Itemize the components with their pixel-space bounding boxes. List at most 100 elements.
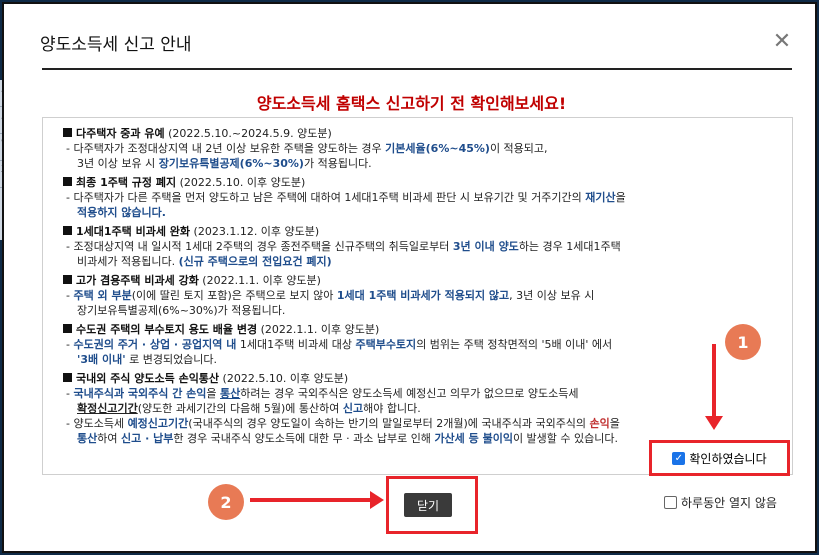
text-segment: 하는 경우 1세대1주택 xyxy=(518,240,621,253)
square-bullet-icon xyxy=(63,128,72,137)
notice-dialog: 양도소득세 신고 안내 ✕ 양도소득세 홈택스 신고하기 전 확인해보세요! 다… xyxy=(2,2,817,553)
text-segment: 해야 합니다. xyxy=(363,402,421,415)
text-segment: 가산세 등 불이익 xyxy=(434,432,513,445)
text-segment: - 양도소득세 xyxy=(66,417,128,430)
section-title: 1세대1주택 비과세 완화 xyxy=(76,225,191,238)
text-segment: 재기산 xyxy=(585,191,616,204)
notice-section: 1세대1주택 비과세 완화 (2023.1.12. 이후 양도분) - 조정대상지… xyxy=(63,224,773,269)
text-segment: - 조정대상지역 내 일시적 1세대 2주택의 경우 종전주택을 신규주택의 취… xyxy=(66,240,453,253)
square-bullet-icon xyxy=(63,324,72,333)
notice-content-box: 다주택자 중과 유예 (2022.5.10.~2024.5.9. 양도분) - 다… xyxy=(42,117,793,475)
text-segment: 장기보유특별공제(6%~30%)가 적용됩니다. xyxy=(77,304,286,317)
annotation-arrow-down xyxy=(712,344,716,420)
square-bullet-icon xyxy=(63,373,72,382)
section-date: (2023.1.12. 이후 양도분) xyxy=(190,225,320,238)
text-segment: 수도권의 주거 · 상업 · 공업지역 내 xyxy=(73,338,237,351)
section-line: '3배 이내' 로 변경되었습니다. xyxy=(63,352,773,367)
close-button-highlight: 닫기 xyxy=(386,476,478,534)
section-line: - 주택 외 부분(이에 딸린 토지 포함)은 주택으로 보지 않아 1세대 1… xyxy=(63,288,773,303)
dont-show-today[interactable]: 하루동안 열지 않음 xyxy=(664,494,777,511)
dont-show-label: 하루동안 열지 않음 xyxy=(681,496,777,510)
text-segment: , 3년 이상 보유 시 xyxy=(509,289,595,302)
text-segment: (국내주식의 경우 양도일이 속하는 반기의 말일로부터 2개월)에 국내주식과… xyxy=(188,417,590,430)
text-segment: 한 경우 국내주식 양도소득에 대한 무 · 과소 납부로 인해 xyxy=(173,432,435,445)
section-line: 장기보유특별공제(6%~30%)가 적용됩니다. xyxy=(63,303,773,318)
notice-section: 국내외 주식 양도소득 손익통산 (2022.5.10. 이후 양도분) - 국내… xyxy=(63,371,773,446)
section-line: 확정신고기간(양도한 과세기간의 다음해 5월)에 통산하여 신고해야 합니다. xyxy=(63,401,773,416)
section-heading: 국내외 주식 양도소득 손익통산 (2022.5.10. 이후 양도분) xyxy=(63,371,773,386)
step-1-badge: 1 xyxy=(725,324,761,360)
text-segment: 확정신고기간 xyxy=(77,402,138,415)
text-segment: 3년 이내 양도 xyxy=(452,240,519,253)
annotation-arrow-right xyxy=(250,498,374,502)
text-segment: 의 범위는 주택 정착면적의 '5배 이내' 에서 xyxy=(416,338,613,351)
text-segment: (양도한 과세기간의 다음해 5월)에 통산하여 xyxy=(137,402,343,415)
square-bullet-icon xyxy=(63,177,72,186)
text-segment: 을 xyxy=(609,417,620,430)
arrow-down-icon xyxy=(705,416,723,430)
text-segment: (신규 주택으로의 전입요건 폐지) xyxy=(178,255,332,268)
text-segment: 하려는 경우 국외주식은 양도소득세 예정신고 의무가 없으므로 양도소득세 xyxy=(240,387,579,400)
title-divider xyxy=(42,68,792,70)
section-date: (2022.5.10. 이후 양도분) xyxy=(176,176,306,189)
notice-section: 수도권 주택의 부수토지 용도 배율 변경 (2022.1.1. 이후 양도분)… xyxy=(63,322,773,367)
section-line: - 다주택자가 다른 주택을 먼저 양도하고 남은 주택에 대하여 1세대1주택… xyxy=(63,190,773,205)
notice-list: 다주택자 중과 유예 (2022.5.10.~2024.5.9. 양도분) - 다… xyxy=(63,126,773,450)
checkbox-checked-icon[interactable]: ✓ xyxy=(672,451,686,465)
text-segment: (이에 딸린 토지 포함)은 주택으로 보지 않아 xyxy=(131,289,337,302)
section-heading: 고가 겸용주택 비과세 강화 (2022.1.1. 이후 양도분) xyxy=(63,273,773,288)
text-segment: 신고 · 납부 xyxy=(121,432,174,445)
section-heading: 다주택자 중과 유예 (2022.5.10.~2024.5.9. 양도분) xyxy=(63,126,773,141)
text-segment: 하여 xyxy=(97,432,121,445)
close-button[interactable]: 닫기 xyxy=(404,493,452,517)
section-line: - 조정대상지역 내 일시적 1세대 2주택의 경우 종전주택을 신규주택의 취… xyxy=(63,239,773,254)
notice-section: 최종 1주택 규정 폐지 (2022.5.10. 이후 양도분) - 다주택자가 … xyxy=(63,175,773,220)
text-segment: 예정신고기간 xyxy=(127,417,189,430)
section-title: 최종 1주택 규정 폐지 xyxy=(76,176,177,189)
text-segment: 장기보유특별공제(6%~30%) xyxy=(158,157,304,170)
text-segment: 비과세가 적용됩니다. xyxy=(77,255,179,268)
section-line: 3년 이상 보유 시 장기보유특별공제(6%~30%)가 적용됩니다. xyxy=(63,156,773,171)
section-title: 고가 겸용주택 비과세 강화 xyxy=(76,274,199,287)
section-heading: 최종 1주택 규정 폐지 (2022.5.10. 이후 양도분) xyxy=(63,175,773,190)
headline: 양도소득세 홈택스 신고하기 전 확인해보세요! xyxy=(256,94,567,113)
section-date: (2022.1.1. 이후 양도분) xyxy=(198,274,321,287)
section-date: (2022.5.10. 이후 양도분) xyxy=(219,372,349,385)
section-date: (2022.5.10.~2024.5.9. 양도분) xyxy=(164,127,332,140)
square-bullet-icon xyxy=(63,275,72,284)
section-line: 적용하지 않습니다. xyxy=(63,205,773,220)
text-segment: 을 xyxy=(206,387,221,400)
arrow-right-icon xyxy=(370,491,384,509)
section-heading: 1세대1주택 비과세 완화 (2023.1.12. 이후 양도분) xyxy=(63,224,773,239)
close-icon[interactable]: ✕ xyxy=(768,28,796,56)
text-segment: 이 적용되고, xyxy=(489,142,548,155)
confirm-checkbox-area[interactable]: ✓ 확인하였습니다 xyxy=(649,440,790,476)
section-title: 수도권 주택의 부수토지 용도 배율 변경 xyxy=(76,323,258,336)
section-title: 국내외 주식 양도소득 손익통산 xyxy=(76,372,220,385)
text-segment: 가 적용됩니다. xyxy=(303,157,372,170)
section-line: 비과세가 적용됩니다. (신규 주택으로의 전입요건 폐지) xyxy=(63,254,773,269)
text-segment: 로 변경되었습니다. xyxy=(125,353,218,366)
section-line: - 수도권의 주거 · 상업 · 공업지역 내 1세대1주택 비과세 대상 주택… xyxy=(63,337,773,352)
step-2-badge: 2 xyxy=(208,484,244,520)
notice-section: 다주택자 중과 유예 (2022.5.10.~2024.5.9. 양도분) - 다… xyxy=(63,126,773,171)
section-line: - 다주택자가 조정대상지역 내 2년 이상 보유한 주택을 양도하는 경우 기… xyxy=(63,141,773,156)
section-date: (2022.1.1. 이후 양도분) xyxy=(257,323,380,336)
text-segment: 주택 외 부분 xyxy=(73,289,132,302)
dialog-title: 양도소득세 신고 안내 xyxy=(40,35,192,55)
text-segment: 기본세율(6%~45%) xyxy=(385,142,490,155)
confirm-label: 확인하였습니다 xyxy=(689,451,767,466)
section-title: 다주택자 중과 유예 xyxy=(76,127,165,140)
text-segment: 이 발생할 수 있습니다. xyxy=(512,432,619,445)
square-bullet-icon xyxy=(63,226,72,235)
checkbox-unchecked-icon[interactable] xyxy=(664,496,677,509)
text-segment: 적용하지 않습니다. xyxy=(77,206,166,219)
text-segment: 3년 이상 보유 시 xyxy=(77,157,159,170)
text-segment: 1세대1주택 비과세 대상 xyxy=(236,338,356,351)
text-segment: 을 xyxy=(615,191,626,204)
text-segment: 신고 xyxy=(342,402,364,415)
text-segment: 손익 xyxy=(589,417,610,430)
section-line: - 국내주식과 국외주식 간 손익을 통산하려는 경우 국외주식은 양도소득세 … xyxy=(63,386,773,401)
text-segment: - 다주택자가 조정대상지역 내 2년 이상 보유한 주택을 양도하는 경우 xyxy=(66,142,386,155)
text-segment: - 다주택자가 다른 주택을 먼저 양도하고 남은 주택에 대하여 1세대1주택… xyxy=(66,191,586,204)
